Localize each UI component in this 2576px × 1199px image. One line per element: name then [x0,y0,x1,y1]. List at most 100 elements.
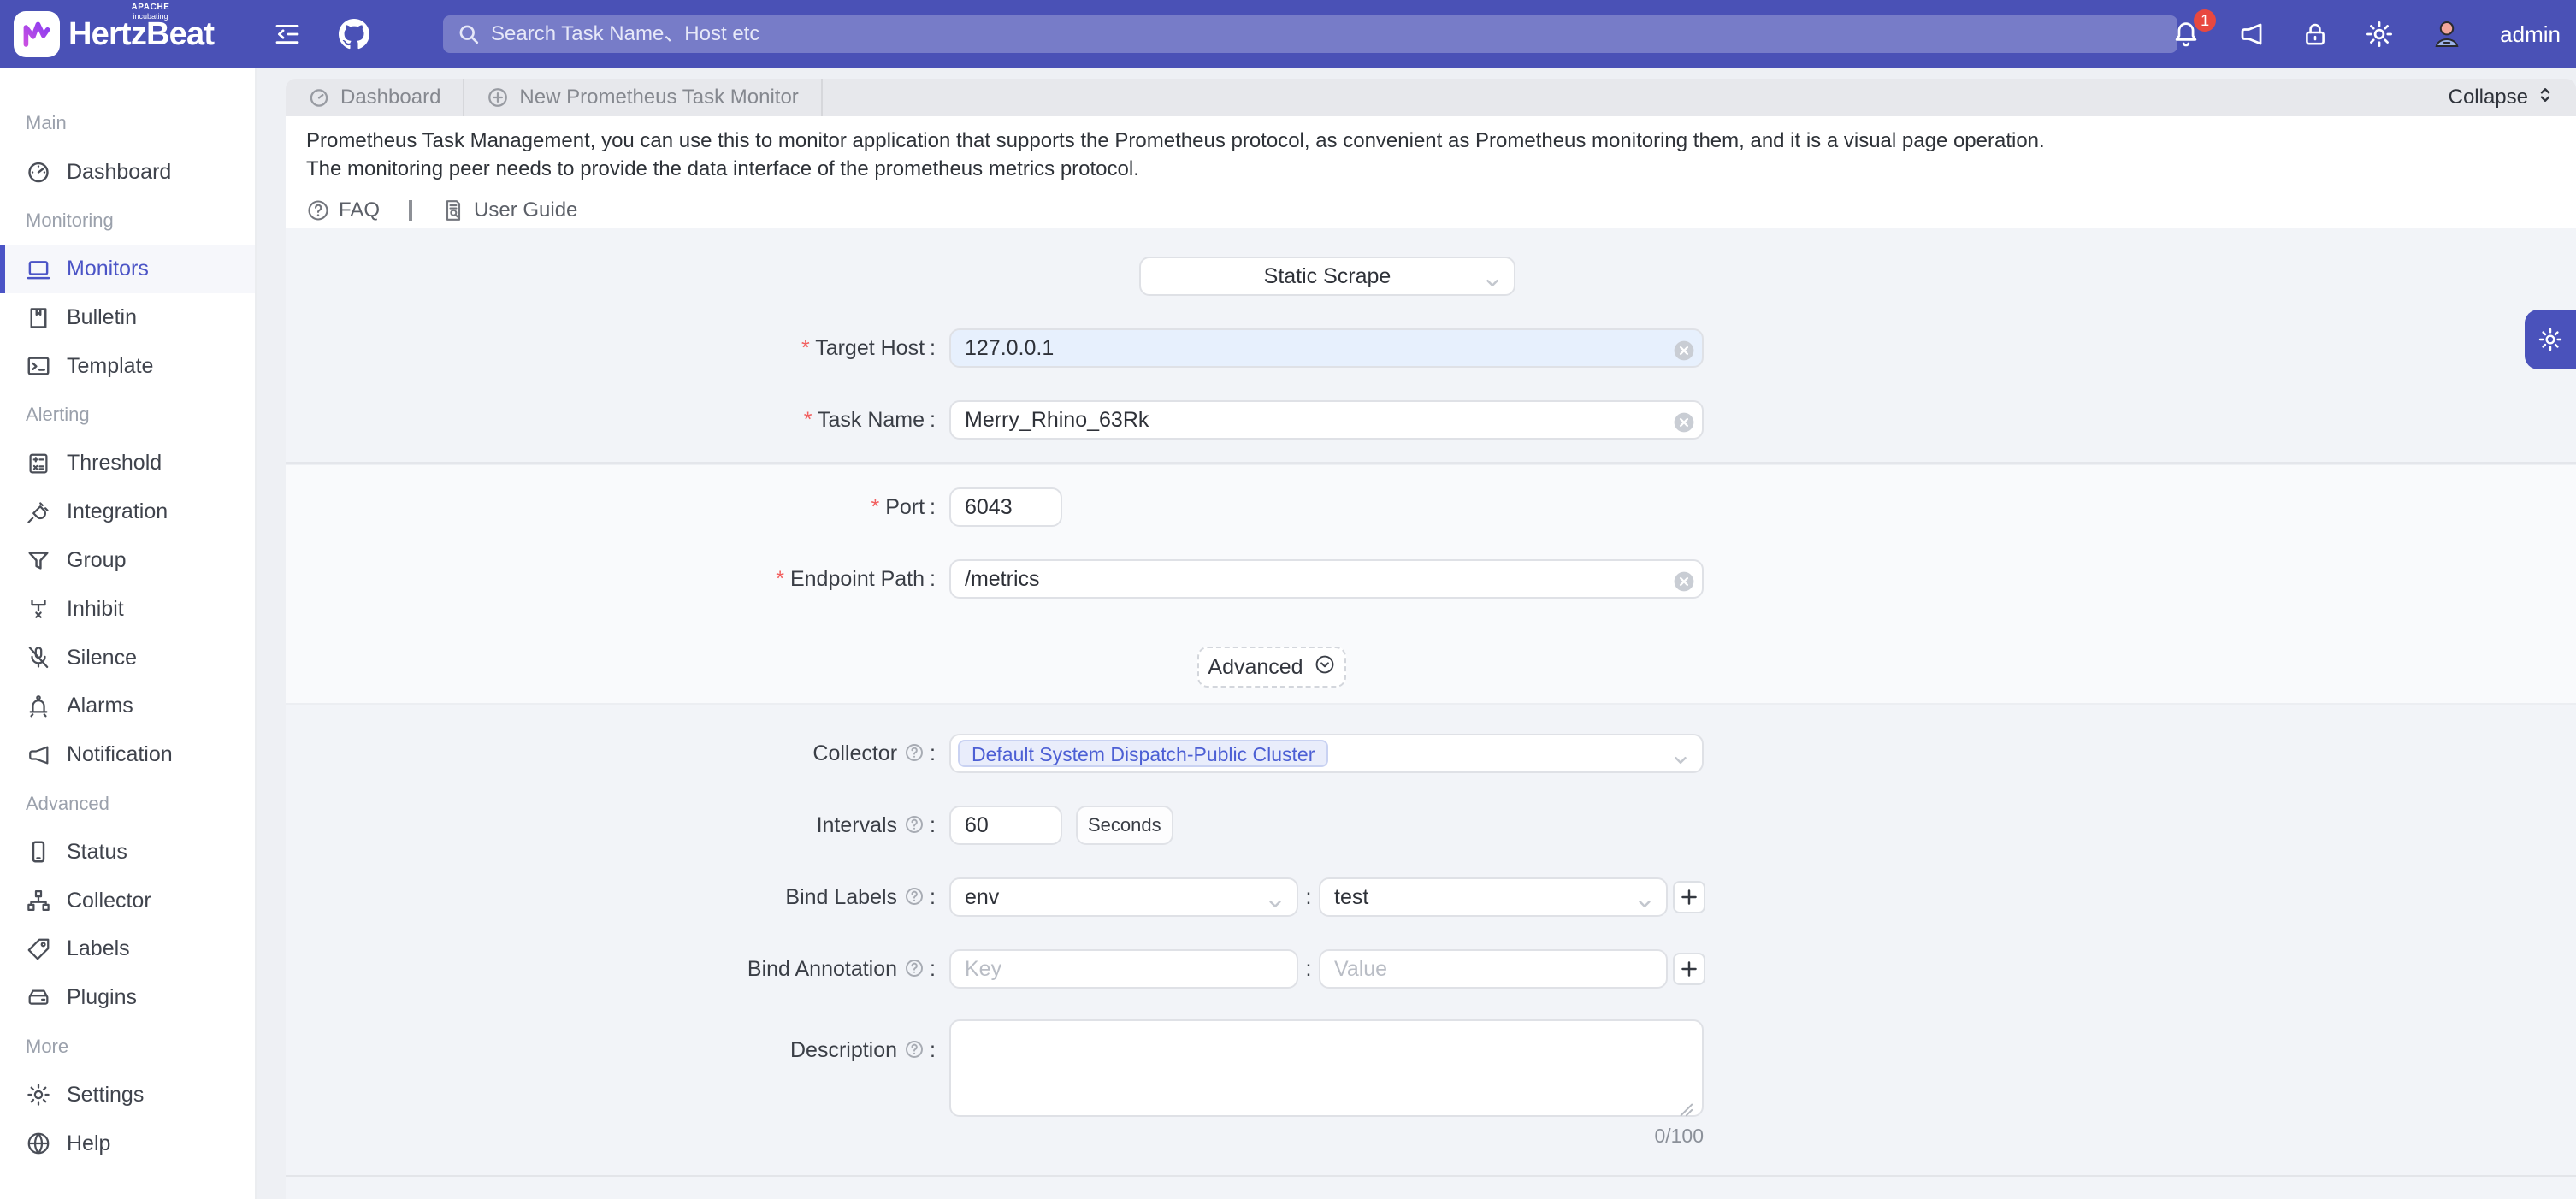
question-circle-icon [306,198,330,222]
sidebar-item-collector[interactable]: Collector [0,877,255,925]
notification-horn-icon [26,742,51,768]
collector-select[interactable]: Default System Dispatch-Public Cluster [949,734,1704,773]
settings-gear-icon[interactable] [2365,20,2394,49]
chevron-down-icon [1266,889,1285,920]
help-icon[interactable] [904,952,925,972]
intervals-input[interactable] [949,806,1062,845]
form-bottom-divider [286,1175,2576,1177]
settings-gear-icon [2538,327,2563,352]
sidebar-section-monitoring: Monitoring [0,197,255,245]
status-icon [26,839,51,865]
inhibit-icon [26,596,51,622]
sidebar-item-status[interactable]: Status [0,828,255,877]
help-icon[interactable] [904,880,925,901]
port-input[interactable] [949,487,1062,527]
apache-incubating-badge: APACHE incubating [116,3,185,21]
bind-label-key-select[interactable]: env [949,877,1298,917]
tab-dashboard[interactable]: Dashboard [286,79,464,116]
description-label: Description [286,1031,936,1070]
sidebar-section-more: More [0,1022,255,1071]
bind-annotation-label: Bind Annotation [286,949,936,989]
sidebar-item-bulletin[interactable]: Bulletin [0,293,255,342]
github-icon[interactable] [339,19,369,50]
plus-icon [1680,960,1699,978]
sidebar-section-main: Main [0,99,255,148]
notification-bell-icon[interactable]: 1 [2171,20,2201,49]
collector-sitemap-icon [26,888,51,913]
chevron-down-icon [1635,889,1654,920]
port-label: Port [286,487,936,527]
help-icon[interactable] [904,736,925,757]
integration-icon [26,499,51,525]
sidebar-item-template[interactable]: Template [0,342,255,391]
menu-fold-icon[interactable] [274,21,301,48]
sidebar-item-inhibit[interactable]: Inhibit [0,585,255,634]
bind-annotation-value-input[interactable] [1319,949,1668,989]
endpoint-path-input[interactable] [949,559,1704,599]
alarms-bell-icon [26,694,51,719]
target-host-input[interactable] [949,328,1704,368]
lock-icon[interactable] [2301,21,2329,48]
clear-icon[interactable] [1673,409,1695,431]
chevron-down-icon [1671,745,1690,777]
description-textarea[interactable] [949,1019,1704,1117]
search-input[interactable] [481,15,2177,53]
notification-count-badge: 1 [2194,9,2216,32]
silence-mic-muted-icon [26,645,51,670]
labels-tag-icon [26,936,51,962]
chevron-down-icon [1483,268,1502,299]
sidebar-item-silence[interactable]: Silence [0,634,255,682]
settings-gear-icon [26,1082,51,1107]
sidebar-item-settings[interactable]: Settings [0,1071,255,1119]
sidebar-item-integration[interactable]: Integration [0,487,255,536]
sidebar-item-group[interactable]: Group [0,536,255,585]
key-value-colon: : [1302,877,1315,917]
bind-label-value-select[interactable]: test [1319,877,1668,917]
bind-annotation-key-input[interactable] [949,949,1298,989]
plus-icon [1680,888,1699,907]
plus-circle-icon [487,86,509,109]
sidebar-item-alarms[interactable]: Alarms [0,682,255,731]
clear-icon[interactable] [1673,568,1695,590]
username-label[interactable]: admin [2500,21,2561,48]
tab-new-prometheus-task-monitor[interactable]: New Prometheus Task Monitor [464,79,822,116]
add-bind-label-button[interactable] [1673,881,1705,913]
sidebar-item-labels[interactable]: Labels [0,925,255,974]
top-navbar: HertzBeat APACHE incubating [0,0,2576,68]
dashboard-icon [26,159,51,185]
add-bind-annotation-button[interactable] [1673,953,1705,985]
search-icon [457,22,481,46]
announcement-horn-icon[interactable] [2236,20,2266,49]
intro-card: Prometheus Task Management, you can use … [286,116,2576,234]
monitor-form: Static Scrape Target Host Task Name Port [286,228,2576,1199]
collapse-updown-icon [2535,85,2555,111]
sidebar-item-help[interactable]: Help [0,1119,255,1168]
sidebar-item-monitors[interactable]: Monitors [0,245,255,293]
endpoint-path-label: Endpoint Path [286,559,936,599]
protocol-select[interactable]: Static Scrape [1139,257,1515,296]
intro-line-2: The monitoring peer needs to provide the… [306,155,2555,183]
floating-settings-button[interactable] [2525,310,2576,369]
sidebar-item-dashboard[interactable]: Dashboard [0,148,255,197]
brand-logo[interactable]: HertzBeat APACHE incubating [14,0,246,68]
help-icon[interactable] [904,808,925,829]
gauge-icon [308,86,330,109]
chevron-circle-down-icon [1314,653,1336,682]
app-root: HertzBeat APACHE incubating [0,0,2576,1199]
template-icon [26,353,51,379]
task-name-input[interactable] [949,400,1704,440]
user-guide-link[interactable]: User Guide [441,198,577,222]
sidebar-item-plugins[interactable]: Plugins [0,973,255,1022]
hertzbeat-logo-icon [14,11,60,57]
threshold-icon [26,451,51,476]
collapse-button[interactable]: Collapse [2449,79,2576,116]
help-icon[interactable] [904,1033,925,1054]
clear-icon[interactable] [1673,337,1695,359]
faq-link[interactable]: FAQ [306,198,380,222]
user-avatar[interactable] [2430,17,2464,51]
advanced-toggle-button[interactable]: Advanced [1197,647,1346,688]
sidebar-item-notification[interactable]: Notification [0,730,255,779]
collector-selected-chip: Default System Dispatch-Public Cluster [958,740,1328,767]
sidebar-item-threshold[interactable]: Threshold [0,440,255,488]
bulletin-icon [26,305,51,331]
